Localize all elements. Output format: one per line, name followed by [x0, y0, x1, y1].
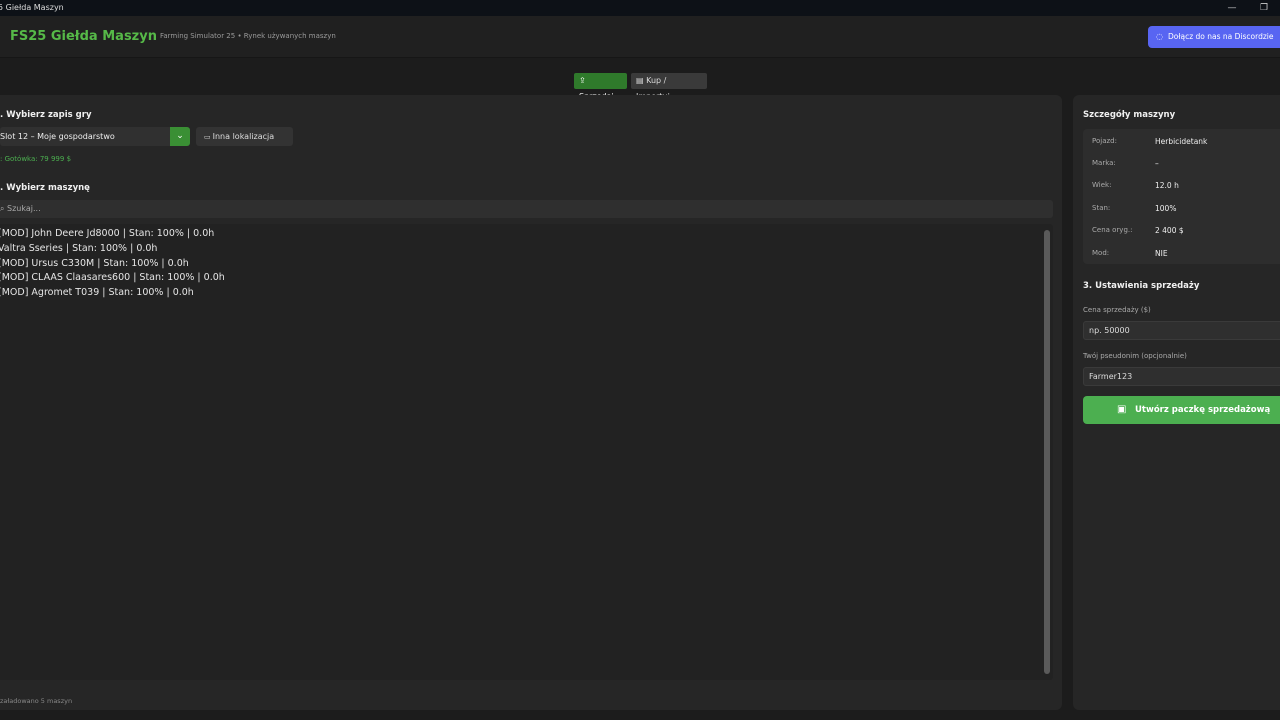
cart-icon: ▤ — [636, 76, 644, 85]
price-input[interactable]: np. 50000 — [1083, 321, 1280, 340]
tab-buy[interactable]: ▤ Kup / Importuj — [631, 73, 707, 101]
detail-label-brand: Marka: — [1092, 159, 1116, 167]
folder-icon: ▭ — [204, 133, 211, 141]
detail-label-age: Wiek: — [1092, 181, 1112, 189]
cash-readout: : Gotówka: 79 999 $ — [0, 155, 72, 163]
discord-button[interactable]: ◌ Dołącz do nas na Discordzie — [1148, 26, 1280, 48]
chat-icon: ◌ — [1156, 32, 1163, 41]
details-box — [1083, 129, 1280, 264]
sale-heading: 3. Ustawienia sprzedaży — [1083, 281, 1200, 291]
price-label: Cena sprzedaży ($) — [1083, 306, 1151, 314]
window-title: 5 Giełda Maszyn — [0, 3, 64, 12]
details-heading: Szczegóły maszyny — [1083, 110, 1176, 120]
list-item[interactable]: [MOD] John Deere Jd8000 | Stan: 100% | 0… — [0, 228, 214, 239]
tab-sell[interactable]: ⇪ Sprzedaj — [574, 73, 627, 101]
create-package-button[interactable]: ▣ Utwórz paczkę sprzedażową — [1083, 396, 1280, 424]
restore-button[interactable]: ❐ — [1254, 0, 1274, 16]
detail-value-age: 12.0 h — [1155, 181, 1179, 190]
nickname-input[interactable]: Farmer123 — [1083, 367, 1280, 386]
app-brand: FS25 Giełda Maszyn — [10, 29, 157, 44]
discord-button-label: Dołącz do nas na Discordzie — [1168, 32, 1274, 41]
save-heading: . Wybierz zapis gry — [0, 110, 92, 120]
list-item[interactable]: [MOD] Ursus C330M | Stan: 100% | 0.0h — [0, 258, 189, 269]
search-icon: ⌕ — [0, 204, 5, 213]
machines-heading: . Wybierz maszynę — [0, 183, 90, 193]
status-footer: załadowano 5 maszyn — [0, 697, 73, 705]
search-placeholder: Szukaj... — [7, 204, 41, 213]
create-package-label: Utwórz paczkę sprzedażową — [1135, 405, 1271, 415]
detail-label-orig-price: Cena oryg.: — [1092, 226, 1133, 234]
save-icon: ▣ — [1117, 404, 1127, 415]
list-item[interactable]: Valtra Sseries | Stan: 100% | 0.0h — [0, 243, 157, 254]
detail-value-mod: NIE — [1155, 249, 1168, 258]
detail-value-condition: 100% — [1155, 204, 1177, 213]
search-input[interactable]: ⌕ Szukaj... — [0, 200, 1053, 218]
chevron-down-icon[interactable]: ⌄ — [170, 127, 190, 146]
list-item[interactable]: [MOD] Agromet T039 | Stan: 100% | 0.0h — [0, 287, 194, 298]
list-item[interactable]: [MOD] CLAAS Claasares600 | Stan: 100% | … — [0, 272, 225, 283]
other-location-label: Inna lokalizacja — [212, 132, 275, 141]
window-titlebar: 5 Giełda Maszyn — ❐ — [0, 0, 1280, 16]
app-tagline: Farming Simulator 25 • Rynek używanych m… — [160, 32, 336, 40]
detail-value-vehicle: Herbicidetank — [1155, 137, 1208, 146]
upload-icon: ⇪ — [579, 76, 586, 85]
list-scrollbar[interactable] — [1044, 230, 1050, 674]
detail-label-condition: Stan: — [1092, 204, 1111, 212]
main-tabs: ⇪ Sprzedaj ▤ Kup / Importuj — [0, 73, 1280, 101]
detail-label-vehicle: Pojazd: — [1092, 137, 1117, 145]
detail-label-mod: Mod: — [1092, 249, 1110, 257]
save-select[interactable]: Slot 12 – Moje gospodarstwo ⌄ — [0, 127, 190, 146]
minimize-button[interactable]: — — [1222, 0, 1242, 16]
save-select-value: Slot 12 – Moje gospodarstwo — [0, 132, 115, 141]
detail-value-brand: – — [1155, 159, 1159, 168]
app-header: FS25 Giełda Maszyn Farming Simulator 25 … — [0, 16, 1280, 58]
nickname-label: Twój pseudonim (opcjonalnie) — [1083, 352, 1187, 360]
other-location-button[interactable]: ▭ Inna lokalizacja — [196, 127, 293, 146]
detail-value-orig-price: 2 400 $ — [1155, 226, 1184, 235]
